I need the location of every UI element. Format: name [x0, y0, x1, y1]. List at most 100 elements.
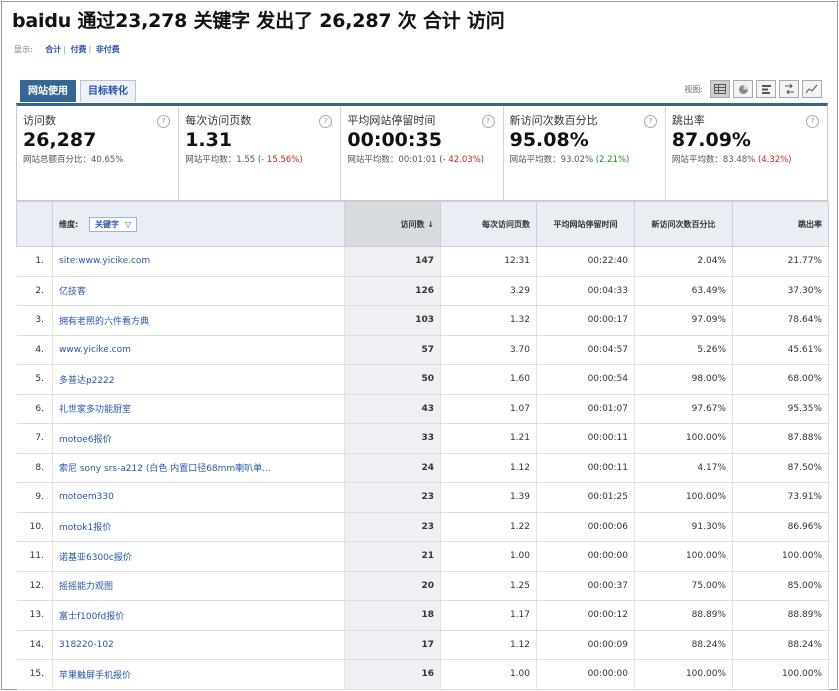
new-visits-cell: 4.17%	[634, 453, 733, 483]
keyword-link[interactable]: 索尼 sony srs-a212 (白色 内置口径68mm喇叭单...	[59, 464, 271, 474]
visits-cell: 57	[344, 335, 441, 365]
tab-site-usage[interactable]: 网站使用	[20, 80, 76, 102]
compare-view-button[interactable]	[756, 80, 776, 98]
help-icon[interactable]: ?	[806, 115, 820, 128]
keyword-link[interactable]: 苹果触屏手机报价	[59, 671, 131, 681]
table-row: 7. motoe6报价 33 1.21 00:00:11 100.00% 87.88%	[16, 423, 829, 454]
keyword-link[interactable]: site:www.yicike.com	[59, 256, 150, 266]
table-view-button[interactable]	[710, 80, 730, 98]
segment-total-link[interactable]: 合计	[45, 45, 61, 54]
pages-per-visit-cell: 1.07	[440, 394, 537, 424]
bounce-rate-header[interactable]: 跳出率	[732, 201, 829, 247]
bounce-rate-cell: 88.24%	[732, 630, 829, 660]
visits-cell: 24	[344, 453, 441, 483]
index-header	[16, 201, 53, 247]
visits-cell: 23	[344, 482, 441, 513]
row-index: 6.	[16, 394, 53, 424]
metric-label: 新访问次数百分比	[509, 114, 598, 127]
new-visits-cell: 100.00%	[634, 423, 733, 454]
new-visits-header[interactable]: 新访问次数百分比	[634, 201, 733, 247]
new-visits-cell: 88.89%	[634, 600, 733, 631]
segment-paid-link[interactable]: 付费	[71, 45, 87, 54]
new-visits-cell: 100.00%	[634, 659, 733, 690]
pages-per-visit-cell: 12.31	[440, 246, 537, 277]
bounce-rate-cell: 88.89%	[732, 600, 829, 631]
keyword-link[interactable]: 多普达p2222	[59, 376, 115, 386]
pages-per-visit-cell: 1.25	[440, 571, 537, 601]
metric-label: 访问数	[23, 114, 56, 127]
new-visits-cell: 98.00%	[634, 364, 733, 395]
trend-icon	[806, 84, 818, 94]
keyword-cell: 诺基亚6300c报价	[52, 541, 345, 572]
keyword-link[interactable]: 摇摇能力观图	[59, 582, 113, 592]
bounce-rate-cell: 87.50%	[732, 453, 829, 483]
pages-per-visit-cell: 1.12	[440, 453, 537, 483]
keyword-link[interactable]: motok1报价	[59, 523, 111, 533]
row-index: 2.	[16, 276, 53, 306]
table-row: 15. 苹果触屏手机报价 16 1.00 00:00:00 100.00% 100.00%	[16, 659, 829, 690]
visits-cell: 16	[344, 659, 441, 690]
keyword-link[interactable]: 318220-102	[59, 640, 114, 650]
keyword-link[interactable]: www.yicike.com	[59, 345, 131, 355]
pivot-icon	[784, 84, 794, 94]
keyword-link[interactable]: 诺基亚6300c报价	[59, 553, 132, 563]
metric-average-text: 网站平均数：83.48%	[671, 155, 756, 165]
row-index: 11.	[16, 541, 53, 572]
metric-average-text: 网站平均数：93.02%	[509, 155, 594, 165]
trend-view-button[interactable]	[802, 80, 822, 98]
avg-time-cell: 00:00:00	[536, 659, 635, 690]
page-title: baidu 通过23,278 关键字 发出了 26,287 次 合计 访问	[12, 10, 505, 32]
dimension-select[interactable]: 关键字 ▽	[89, 216, 138, 232]
new-visits-cell: 88.24%	[634, 630, 733, 660]
keyword-link[interactable]: motoem330	[59, 492, 114, 502]
pages-per-visit-cell: 1.00	[440, 541, 537, 572]
pie-icon	[738, 84, 748, 94]
help-icon[interactable]: ?	[643, 115, 657, 128]
keyword-cell: www.yicike.com	[52, 335, 345, 365]
row-index: 5.	[16, 364, 53, 395]
row-index: 10.	[16, 512, 53, 542]
avg-time-cell: 00:22:40	[536, 246, 635, 277]
metrics-summary: ? 访问数 26,287 网站总额百分比：40.65% ? 每次访问页数 1.31 网站平均…	[16, 103, 828, 201]
metric-visits: ? 访问数 26,287 网站总额百分比：40.65%	[17, 106, 180, 200]
pages-per-visit-cell: 1.60	[440, 364, 537, 395]
pages-per-visit-header[interactable]: 每次访问页数	[440, 201, 537, 247]
pivot-view-button[interactable]	[779, 80, 799, 98]
metric-pages-per-visit: ? 每次访问页数 1.31 网站平均数：1.55 (- 15.56%)	[179, 106, 342, 200]
new-visits-cell: 91.30%	[634, 512, 733, 542]
visits-header[interactable]: 访问数 ↓	[344, 201, 441, 247]
help-icon[interactable]: ?	[481, 115, 495, 128]
avg-time-cell: 00:00:12	[536, 600, 635, 631]
metric-site-average: 网站平均数：1.55 (- 15.56%)	[185, 154, 334, 166]
segment-nonpaid-link[interactable]: 非付费	[96, 45, 120, 54]
table-header-row: 维度: 关键字 ▽ 访问数 ↓ 每次访问页数 平均网站停留时间 新访问次数百分比 …	[16, 201, 829, 247]
dimension-label: 维度:	[59, 219, 79, 229]
bounce-rate-cell: 85.00%	[732, 571, 829, 601]
row-index: 7.	[16, 423, 53, 454]
metric-value: 87.09%	[671, 129, 751, 151]
tab-goal-conversion[interactable]: 目标转化	[80, 80, 136, 102]
bounce-rate-cell: 100.00%	[732, 541, 829, 572]
pie-view-button[interactable]	[733, 80, 753, 98]
table-row: 2. 亿技客 126 3.29 00:04:33 63.49% 37.30%	[16, 276, 829, 306]
pages-per-visit-cell: 3.29	[440, 276, 537, 306]
metric-value: 95.08%	[509, 129, 589, 151]
keyword-link[interactable]: 富士f100fd报价	[59, 612, 124, 622]
keyword-link[interactable]: 礼世家多功能厨室	[59, 405, 131, 415]
visits-cell: 126	[344, 276, 441, 306]
table-row: 10. motok1报价 23 1.22 00:00:06 91.30% 86.96%	[16, 512, 829, 542]
keyword-link[interactable]: 拥有老照的六件看方典	[59, 317, 149, 327]
avg-time-header[interactable]: 平均网站停留时间	[536, 201, 635, 247]
visits-cell: 147	[344, 246, 441, 277]
pages-per-visit-cell: 1.00	[440, 659, 537, 690]
new-visits-cell: 2.04%	[634, 246, 733, 277]
metric-avg-time-on-site: ? 平均网站停留时间 00:00:35 网站平均数：00:01:01 (- 42.03…	[341, 106, 504, 200]
chevron-down-icon: ▽	[125, 219, 132, 229]
table-row: 11. 诺基亚6300c报价 21 1.00 00:00:00 100.00% 100.00…	[16, 541, 829, 572]
table-row: 9. motoem330 23 1.39 00:01:25 100.00% 73.91%	[16, 482, 829, 513]
avg-time-cell: 00:00:06	[536, 512, 635, 542]
visits-cell: 20	[344, 571, 441, 601]
pages-per-visit-cell: 1.21	[440, 423, 537, 454]
keyword-link[interactable]: 亿技客	[59, 287, 86, 297]
keyword-link[interactable]: motoe6报价	[59, 435, 112, 445]
